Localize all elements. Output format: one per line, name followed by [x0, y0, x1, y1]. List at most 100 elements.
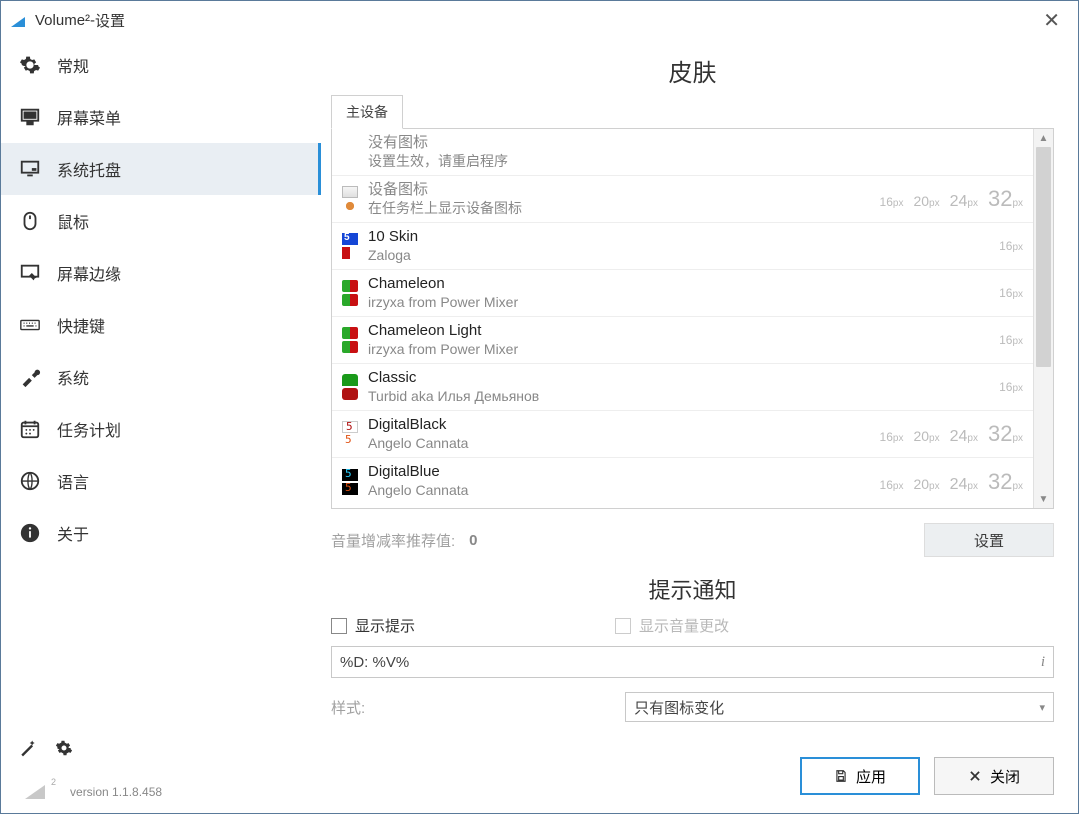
skin-preview-icon — [342, 374, 358, 386]
gear-icon — [17, 54, 43, 76]
checkbox-label: 显示提示 — [355, 615, 415, 636]
skin-sub: 在任务栏上显示设备图标 — [368, 200, 880, 218]
set-button[interactable]: 设置 — [924, 523, 1054, 557]
skin-sub: irzyxa from Power Mixer — [368, 341, 999, 359]
titlebar: Volume² - 设置 ✕ — [1, 1, 1078, 39]
skin-preview-icon — [342, 186, 358, 198]
nav-mouse[interactable]: 鼠标 — [1, 195, 321, 247]
monitor-icon — [17, 106, 43, 128]
title-app: Volume² — [35, 12, 90, 29]
settings-window: Volume² - 设置 ✕ 常规 屏幕菜单 系统托盘 — [0, 0, 1079, 814]
skin-preview-icon — [342, 421, 358, 433]
skin-row[interactable]: 10 Skin Zaloga 16px — [332, 223, 1033, 270]
skin-name: 设备图标 — [368, 181, 880, 200]
nav-label: 屏幕菜单 — [57, 105, 121, 129]
checkbox-show-tip[interactable]: 显示提示 — [331, 615, 415, 636]
info-icon[interactable]: i — [1041, 654, 1045, 671]
skin-name: Chameleon Light — [368, 322, 999, 341]
skin-preview-icon — [342, 435, 358, 447]
monitor-small-icon — [17, 158, 43, 180]
skin-name: Classic — [368, 369, 999, 388]
skin-name: 没有图标 — [368, 134, 1023, 153]
skin-row[interactable]: Chameleon irzyxa from Power Mixer 16px — [332, 270, 1033, 317]
scroll-track[interactable] — [1034, 147, 1053, 490]
section-title-skin: 皮肤 — [331, 53, 1054, 88]
scroll-up-icon[interactable]: ▲ — [1034, 129, 1053, 147]
nav-language[interactable]: 语言 — [1, 455, 321, 507]
nav-system[interactable]: 系统 — [1, 351, 321, 403]
skin-sizes: 16px — [999, 333, 1023, 347]
skin-sizes: 16px 20px 24px 32px — [880, 469, 1023, 495]
nav-list: 常规 屏幕菜单 系统托盘 鼠标 屏幕边缘 — [1, 39, 321, 727]
skin-preview-icon — [342, 388, 358, 400]
check-row: 显示提示 显示音量更改 — [331, 615, 1054, 636]
content: 皮肤 主设备 没有图标 设置生效，请重启程序 — [321, 39, 1078, 813]
version-logo-icon — [25, 781, 49, 799]
close-button[interactable]: 关闭 — [934, 757, 1054, 795]
nav-hotkeys[interactable]: 快捷键 — [1, 299, 321, 351]
keyboard-icon — [17, 314, 43, 336]
tab-main-device[interactable]: 主设备 — [331, 95, 403, 129]
skin-row[interactable]: 没有图标 设置生效，请重启程序 — [332, 129, 1033, 176]
checkbox-icon — [615, 618, 631, 634]
checkbox-show-volume: 显示音量更改 — [615, 615, 729, 636]
skin-sub: 设置生效，请重启程序 — [368, 153, 1023, 171]
tools-icon — [17, 366, 43, 388]
body: 常规 屏幕菜单 系统托盘 鼠标 屏幕边缘 — [1, 39, 1078, 813]
skin-sizes: 16px — [999, 239, 1023, 253]
skin-preview-icon — [342, 294, 358, 306]
monitor-cursor-icon — [17, 262, 43, 284]
skin-preview-icon — [342, 233, 358, 245]
nav-edges[interactable]: 屏幕边缘 — [1, 247, 321, 299]
checkbox-label: 显示音量更改 — [639, 615, 729, 636]
skin-name: DigitalBlue — [368, 463, 880, 482]
title-sub: 设置 — [95, 10, 125, 31]
skin-row[interactable]: DigitalBlack Angelo Cannata 16px 20px 24… — [332, 411, 1033, 458]
sidebar: 常规 屏幕菜单 系统托盘 鼠标 屏幕边缘 — [1, 39, 321, 813]
skin-preview-icon — [342, 280, 358, 292]
skin-sub: Zaloga — [368, 247, 999, 265]
skin-name: Chameleon — [368, 275, 999, 294]
skin-sizes: 16px 20px 24px 32px — [880, 421, 1023, 447]
nav-scheduler[interactable]: 任务计划 — [1, 403, 321, 455]
skin-sizes: 16px 20px 24px 32px — [880, 186, 1023, 212]
style-row: 样式: 只有图标变化 ▾ — [331, 692, 1054, 722]
apply-label: 应用 — [856, 766, 886, 787]
wand-icon[interactable] — [17, 737, 39, 759]
nav-tray[interactable]: 系统托盘 — [1, 143, 321, 195]
apply-button[interactable]: 应用 — [800, 757, 920, 795]
globe-icon — [17, 470, 43, 492]
nav-about[interactable]: 关于 — [1, 507, 321, 559]
scroll-down-icon[interactable]: ▼ — [1034, 490, 1053, 508]
gear-small-icon[interactable] — [53, 737, 75, 759]
nav-osd[interactable]: 屏幕菜单 — [1, 91, 321, 143]
footer-buttons: 应用 关闭 — [800, 757, 1054, 795]
close-icon[interactable]: ✕ — [1035, 4, 1068, 37]
format-value: %D: %V% — [340, 654, 409, 671]
nav-label: 鼠标 — [57, 209, 89, 233]
version-text: version 1.1.8.458 — [70, 785, 162, 799]
checkbox-icon — [331, 618, 347, 634]
skin-row[interactable]: Classic Turbid aka Илья Демьянов 16px — [332, 364, 1033, 411]
skin-row[interactable]: DigitalBlue Angelo Cannata 16px 20px 24p… — [332, 458, 1033, 505]
style-value: 只有图标变化 — [634, 697, 724, 718]
skin-row[interactable]: 设备图标 在任务栏上显示设备图标 16px 20px 24px 32px — [332, 176, 1033, 223]
style-select[interactable]: 只有图标变化 ▾ — [625, 692, 1054, 722]
chevron-down-icon: ▾ — [1039, 701, 1045, 714]
skin-sizes: 16px — [999, 380, 1023, 394]
skin-name: DigitalBlack — [368, 416, 880, 435]
nav-general[interactable]: 常规 — [1, 39, 321, 91]
scroll-thumb[interactable] — [1036, 147, 1051, 367]
skin-list: 没有图标 设置生效，请重启程序 设备图标 在任务栏上显示设备图标 16px 20… — [331, 129, 1054, 509]
rate-row: 音量增减率推荐值: 0 设置 — [331, 523, 1054, 557]
style-label: 样式: — [331, 697, 365, 718]
scrollbar[interactable]: ▲ ▼ — [1033, 129, 1053, 508]
format-input[interactable]: %D: %V% i — [331, 646, 1054, 678]
nav-label: 常规 — [57, 53, 89, 77]
rate-label: 音量增减率推荐值: — [331, 530, 455, 551]
skin-preview-icon — [342, 341, 358, 353]
skin-row[interactable]: Chameleon Light irzyxa from Power Mixer … — [332, 317, 1033, 364]
nav-label: 屏幕边缘 — [57, 261, 121, 285]
nav-label: 系统 — [57, 365, 89, 389]
section-title-notif: 提示通知 — [331, 573, 1054, 605]
